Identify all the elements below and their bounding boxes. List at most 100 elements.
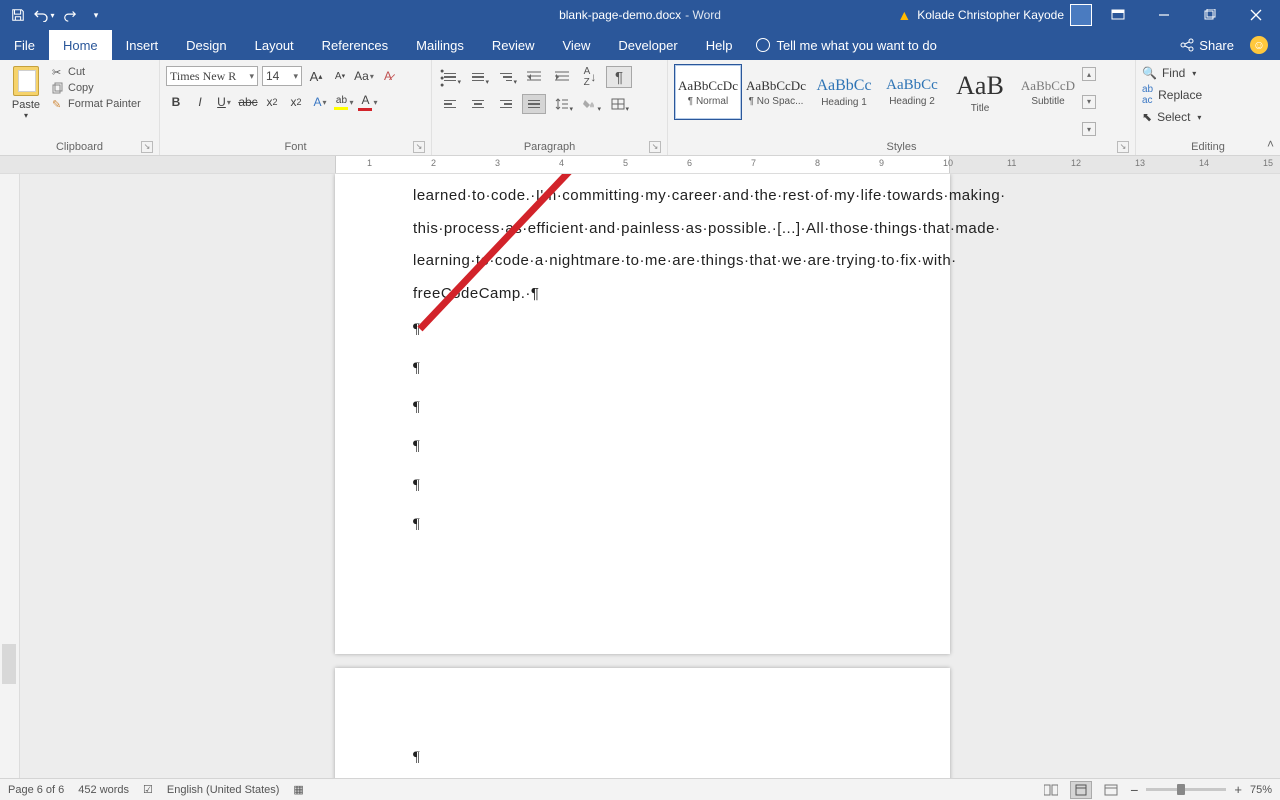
- tab-design[interactable]: Design: [172, 30, 240, 60]
- style---normal[interactable]: AaBbCcDc¶ Normal: [674, 64, 742, 120]
- styles-more[interactable]: ▴▾▾: [1082, 64, 1100, 139]
- zoom-out-button[interactable]: −: [1130, 782, 1138, 798]
- shrink-font-button[interactable]: A▾: [330, 66, 350, 86]
- replace-icon: abac: [1142, 84, 1153, 106]
- show-hide-pilcrow-button[interactable]: ¶: [606, 66, 632, 88]
- select-button[interactable]: ⬉Select▾: [1142, 110, 1202, 124]
- format-painter-button[interactable]: ✎Format Painter: [52, 98, 141, 110]
- cut-button[interactable]: ✂Cut: [52, 66, 141, 78]
- style-heading-1[interactable]: AaBbCcHeading 1: [810, 64, 878, 120]
- spellcheck-icon[interactable]: ☑: [143, 783, 153, 796]
- font-color-button[interactable]: A▾: [358, 92, 378, 112]
- maximize-button[interactable]: [1190, 0, 1230, 30]
- style-sample: AaBbCcDc: [746, 78, 806, 94]
- styles-dialog-launcher[interactable]: ↘: [1117, 141, 1129, 153]
- align-left-button[interactable]: [438, 94, 462, 114]
- decrease-indent-button[interactable]: [522, 67, 546, 87]
- zoom-slider[interactable]: [1146, 788, 1226, 791]
- paragraph-mark: ¶: [335, 427, 950, 466]
- superscript-button[interactable]: x2: [286, 92, 306, 112]
- page-next[interactable]: ¶: [335, 668, 950, 778]
- grow-font-button[interactable]: A▴: [306, 66, 326, 86]
- style-heading-2[interactable]: AaBbCcHeading 2: [878, 64, 946, 120]
- feedback-button[interactable]: ☺: [1250, 36, 1268, 54]
- shading-button[interactable]: ▾: [578, 94, 602, 114]
- font-dialog-launcher[interactable]: ↘: [413, 141, 425, 153]
- sort-button[interactable]: AZ↓: [578, 67, 602, 87]
- document-text[interactable]: learned·to·code.·I'm·committing·my·caree…: [335, 174, 950, 310]
- borders-button[interactable]: ▾: [606, 94, 630, 114]
- font-size-combo[interactable]: 14▾: [262, 66, 302, 86]
- print-layout-button[interactable]: [1070, 781, 1092, 799]
- bullets-button[interactable]: ●●●▾: [438, 67, 462, 87]
- font-name-combo[interactable]: Times New R▾: [166, 66, 258, 86]
- replace-button[interactable]: abacReplace: [1142, 84, 1202, 106]
- tab-references[interactable]: References: [308, 30, 402, 60]
- page-indicator[interactable]: Page 6 of 6: [8, 784, 64, 796]
- underline-button[interactable]: U▾: [214, 92, 234, 112]
- align-center-button[interactable]: [466, 94, 490, 114]
- increase-indent-button[interactable]: [550, 67, 574, 87]
- horizontal-ruler[interactable]: L 12345678910111213141516171819: [0, 156, 1280, 174]
- strikethrough-button[interactable]: abc: [238, 92, 258, 112]
- align-right-button[interactable]: [494, 94, 518, 114]
- redo-button[interactable]: [58, 3, 82, 27]
- style-title[interactable]: AaBTitle: [946, 64, 1014, 120]
- tab-insert[interactable]: Insert: [112, 30, 173, 60]
- language-indicator[interactable]: English (United States): [167, 784, 280, 796]
- paragraph-dialog-launcher[interactable]: ↘: [649, 141, 661, 153]
- undo-button[interactable]: ▾: [32, 3, 56, 27]
- multilevel-list-button[interactable]: ▾: [494, 67, 518, 87]
- text-effects-button[interactable]: A▾: [310, 92, 330, 112]
- paste-button[interactable]: Paste ▾: [6, 64, 46, 120]
- tab-file[interactable]: File: [0, 30, 49, 60]
- highlight-button[interactable]: ab▾: [334, 92, 354, 112]
- tab-review[interactable]: Review: [478, 30, 549, 60]
- tab-home[interactable]: Home: [49, 30, 112, 60]
- tell-me-search[interactable]: Tell me what you want to do: [746, 30, 946, 60]
- share-button[interactable]: Share: [1180, 38, 1234, 53]
- paste-label: Paste: [12, 99, 40, 111]
- justify-button[interactable]: [522, 94, 546, 114]
- word-count[interactable]: 452 words: [78, 784, 129, 796]
- zoom-level[interactable]: 75%: [1250, 784, 1272, 796]
- style-name-label: Subtitle: [1031, 96, 1064, 107]
- style-subtitle[interactable]: AaBbCcDSubtitle: [1014, 64, 1082, 120]
- tell-me-label: Tell me what you want to do: [776, 38, 936, 53]
- change-case-button[interactable]: Aa▾: [354, 66, 374, 86]
- close-button[interactable]: [1236, 0, 1276, 30]
- copy-button[interactable]: Copy: [52, 82, 141, 94]
- ribbon-display-options[interactable]: [1098, 0, 1138, 30]
- style---no-spac---[interactable]: AaBbCcDc¶ No Spac...: [742, 64, 810, 120]
- subscript-button[interactable]: x2: [262, 92, 282, 112]
- minimize-button[interactable]: [1144, 0, 1184, 30]
- line-spacing-button[interactable]: ▾: [550, 94, 574, 114]
- vertical-ruler[interactable]: [0, 174, 20, 778]
- tab-view[interactable]: View: [548, 30, 604, 60]
- group-styles: AaBbCcDc¶ NormalAaBbCcDc¶ No Spac...AaBb…: [668, 60, 1136, 155]
- avatar[interactable]: [1070, 4, 1092, 26]
- qat-customize[interactable]: ▾: [84, 3, 108, 27]
- tab-help[interactable]: Help: [692, 30, 747, 60]
- tab-developer[interactable]: Developer: [604, 30, 691, 60]
- tab-mailings[interactable]: Mailings: [402, 30, 478, 60]
- bold-button[interactable]: B: [166, 92, 186, 112]
- italic-button[interactable]: I: [190, 92, 210, 112]
- warning-icon: ▲: [897, 7, 911, 23]
- clipboard-dialog-launcher[interactable]: ↘: [141, 141, 153, 153]
- font-name-value: Times New R: [170, 69, 236, 84]
- macro-icon[interactable]: ▦: [293, 783, 303, 796]
- document-area[interactable]: learned·to·code.·I'm·committing·my·caree…: [0, 174, 1280, 778]
- app-name: - Word: [685, 8, 721, 22]
- collapse-ribbon-button[interactable]: ˄: [1267, 137, 1274, 151]
- clear-formatting-button[interactable]: A̷: [378, 66, 398, 86]
- web-layout-button[interactable]: [1100, 781, 1122, 799]
- page-current[interactable]: learned·to·code.·I'm·committing·my·caree…: [335, 174, 950, 654]
- read-mode-button[interactable]: [1040, 781, 1062, 799]
- save-button[interactable]: [6, 3, 30, 27]
- find-button[interactable]: 🔍Find▾: [1142, 66, 1202, 80]
- document-name: blank-page-demo.docx: [559, 8, 681, 22]
- tab-layout[interactable]: Layout: [241, 30, 308, 60]
- zoom-in-button[interactable]: +: [1234, 782, 1242, 797]
- numbering-button[interactable]: ▾: [466, 67, 490, 87]
